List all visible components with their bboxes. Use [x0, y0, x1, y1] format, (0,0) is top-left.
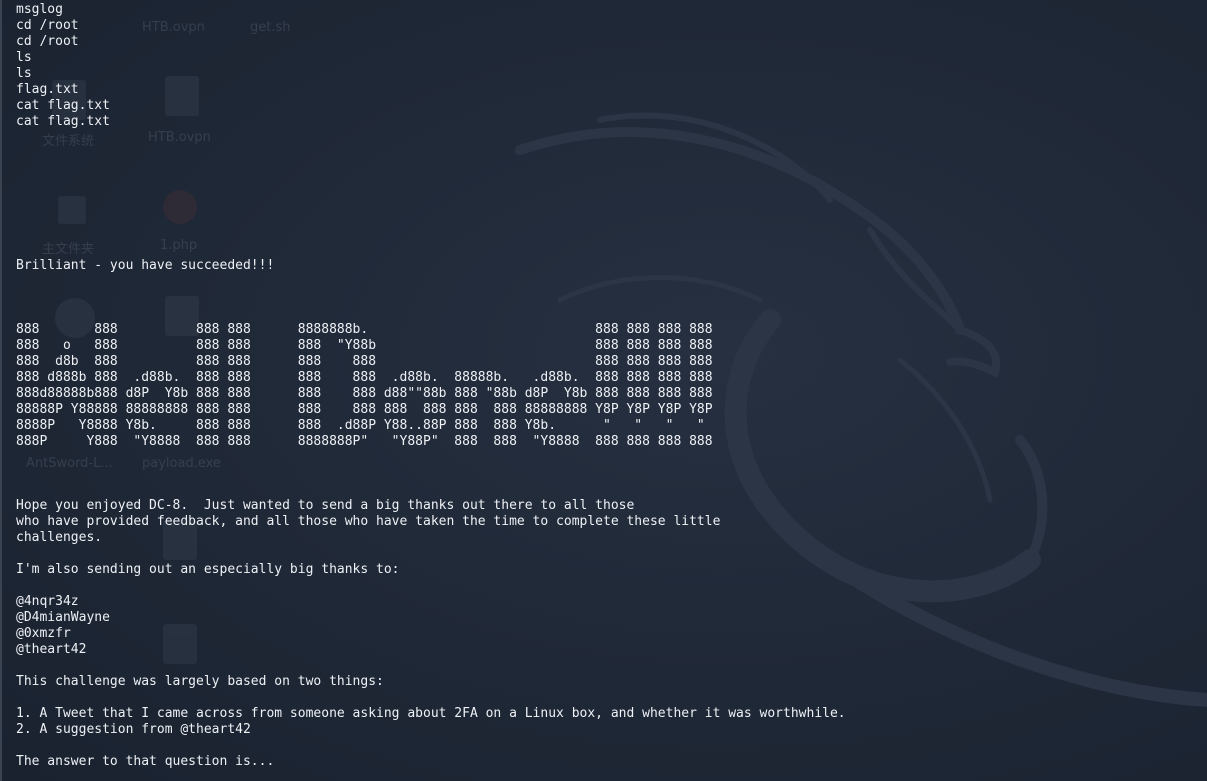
terminal-line: msglog	[16, 2, 63, 17]
terminal-line: @D4mianWayne	[16, 610, 110, 625]
terminal-output[interactable]: msglog cd /root cd /root ls ls flag.txt …	[16, 2, 1196, 770]
terminal-line: ls	[16, 50, 32, 65]
terminal-window: HTB.ovpn get.sh 文件系统 HTB.ovpn 主文件夹 1.php…	[0, 0, 1207, 781]
success-message: Brilliant - you have succeeded!!!	[16, 258, 275, 273]
terminal-line: flag.txt	[16, 82, 79, 97]
terminal-line: cat flag.txt	[16, 114, 110, 129]
terminal-line: challenges.	[16, 530, 103, 545]
ascii-art-line: 888 o 888 888 888 888 "Y88b 888 888 888 …	[16, 338, 713, 353]
terminal-line: who have provided feedback, and all thos…	[16, 514, 721, 529]
terminal-line: cd /root	[16, 18, 79, 33]
ascii-art-line: 888 d888b 888 .d88b. 888 888 888 888 .d8…	[16, 370, 713, 385]
terminal-line: The answer to that question is...	[16, 754, 275, 769]
window-border	[0, 0, 2, 781]
ascii-art-line: 8888P Y8888 Y8b. 888 888 888 .d88P Y88..…	[16, 418, 705, 433]
terminal-line: 2. A suggestion from @theart42	[16, 722, 251, 737]
ascii-art-line: 888 d8b 888 888 888 888 888 888 888 888 …	[16, 354, 713, 369]
ascii-art-line: 888 888 888 888 8888888b. 888 888 888 88…	[16, 322, 713, 337]
terminal-line: ls	[16, 66, 32, 81]
ascii-art-line: 888d88888b888 d8P Y8b 888 888 888 888 d8…	[16, 386, 713, 401]
terminal-line: @0xmzfr	[16, 626, 71, 641]
terminal-line: 1. A Tweet that I came across from someo…	[16, 706, 846, 721]
terminal-line: I'm also sending out an especially big t…	[16, 562, 400, 577]
terminal-line: @theart42	[16, 642, 87, 657]
terminal-line: This challenge was largely based on two …	[16, 674, 384, 689]
terminal-line: cat flag.txt	[16, 98, 110, 113]
ascii-art-line: 888P Y888 "Y8888 888 888 8888888P" "Y88P…	[16, 434, 713, 449]
terminal-line: @4nqr34z	[16, 594, 79, 609]
terminal-line: cd /root	[16, 34, 79, 49]
ascii-art-line: 88888P Y88888 88888888 888 888 888 888 8…	[16, 402, 713, 417]
terminal-line: Hope you enjoyed DC-8. Just wanted to se…	[16, 498, 635, 513]
